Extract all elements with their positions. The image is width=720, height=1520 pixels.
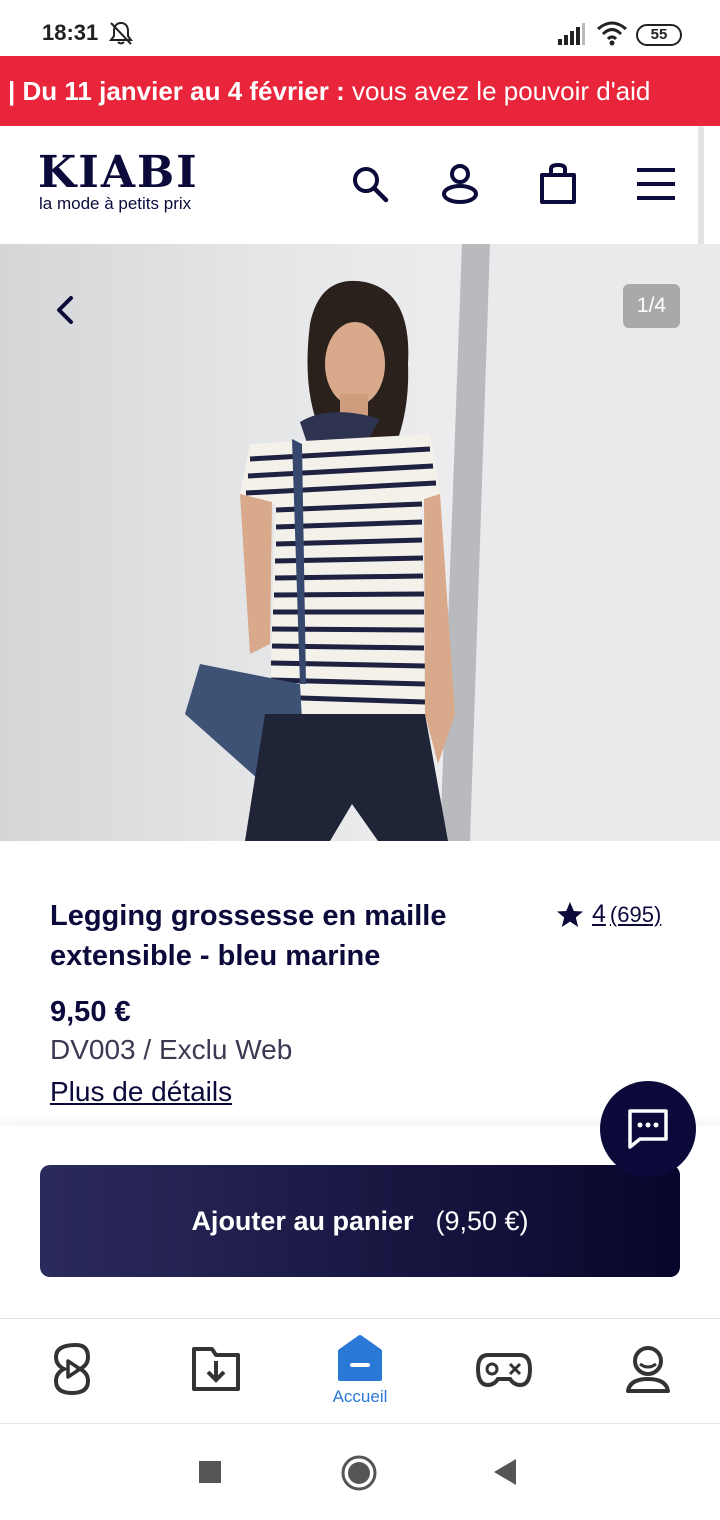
chat-bubble-icon xyxy=(628,1109,668,1149)
shopping-bag-icon[interactable] xyxy=(536,162,580,206)
battery-indicator: 55 xyxy=(636,24,682,46)
image-counter: 1/4 xyxy=(623,284,680,328)
search-icon[interactable] xyxy=(348,162,392,206)
nav-home-label[interactable]: Accueil xyxy=(320,1387,400,1407)
rating-count: (695) xyxy=(609,901,662,927)
wifi-icon xyxy=(597,21,627,46)
promo-banner[interactable]: | Du 11 janvier au 4 février : vous avez… xyxy=(0,56,720,126)
game-controller-icon[interactable] xyxy=(474,1339,534,1399)
menu-icon[interactable] xyxy=(634,162,678,206)
status-bar: 18:31 55 xyxy=(0,0,720,56)
star-icon xyxy=(557,901,583,927)
promo-text: vous avez le pouvoir d'aid xyxy=(344,76,651,106)
product-image-carousel[interactable]: 1/4 xyxy=(0,244,720,841)
chat-button[interactable] xyxy=(600,1081,696,1177)
product-reference: DV003 / Exclu Web xyxy=(50,1034,293,1065)
download-icon[interactable] xyxy=(186,1339,246,1399)
logo-tagline: la mode à petits prix xyxy=(39,194,192,213)
add-to-cart-button[interactable]: Ajouter au panier (9,50 €) xyxy=(40,1165,680,1277)
add-to-cart-label: Ajouter au panier xyxy=(191,1205,414,1236)
bell-muted-icon xyxy=(109,21,133,45)
product-photo xyxy=(185,244,720,841)
product-title: Legging grossesse en maille extensible -… xyxy=(50,900,447,972)
site-header: KIABI la mode à petits prix xyxy=(0,126,720,244)
status-time: 18:31 xyxy=(42,20,99,45)
product-rating[interactable]: 4 (695) xyxy=(556,900,661,929)
gallery-back-arrow-icon[interactable] xyxy=(52,294,78,326)
promo-dates: | Du 11 janvier au 4 février : xyxy=(8,76,345,106)
app-bottom-nav: Accueil xyxy=(0,1318,720,1424)
kiabi-logo[interactable]: KIABI xyxy=(38,150,199,196)
account-icon[interactable] xyxy=(438,162,482,206)
home-icon[interactable] xyxy=(330,1333,390,1383)
home-circle-icon[interactable] xyxy=(340,1454,378,1492)
shorts-icon[interactable] xyxy=(42,1339,102,1399)
back-triangle-icon[interactable] xyxy=(492,1458,518,1486)
recents-square-icon[interactable] xyxy=(198,1460,222,1484)
system-nav-bar xyxy=(0,1424,720,1520)
more-details-link[interactable]: Plus de détails xyxy=(50,1076,232,1108)
signal-icon xyxy=(558,23,585,45)
rating-score: 4 xyxy=(592,900,606,928)
profile-icon[interactable] xyxy=(618,1339,678,1399)
add-to-cart-price: (9,50 €) xyxy=(435,1205,529,1236)
product-price: 9,50 € xyxy=(50,996,131,1028)
